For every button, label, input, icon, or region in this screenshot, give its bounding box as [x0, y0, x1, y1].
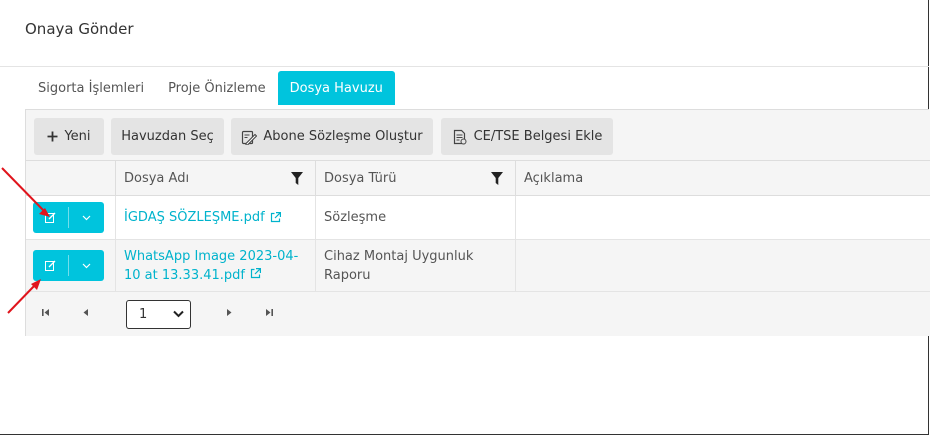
page-select[interactable]: 1: [126, 300, 191, 329]
create-subscription-contract-button[interactable]: Abone Sözleşme Oluştur: [231, 118, 433, 155]
file-name-link[interactable]: İGDAŞ SÖZLEŞME.pdf: [115, 196, 315, 239]
plus-icon: [47, 131, 58, 142]
file-type-line-2: Raporu: [324, 267, 371, 283]
file-type-cell: Sözleşme: [315, 196, 515, 239]
signature-icon: [242, 130, 258, 145]
external-link-icon: [270, 212, 281, 223]
chevron-down-icon: [173, 310, 184, 318]
annotation-arrows: [1, 167, 50, 314]
column-header-file-name-label: Dosya Adı: [124, 171, 190, 186]
external-link-icon: [250, 267, 261, 278]
chevron-down-icon: [82, 263, 91, 268]
description-cell: [515, 196, 930, 239]
file-name-text: İGDAŞ SÖZLEŞME.pdf: [124, 210, 265, 225]
tab-bar: Sigorta İşlemleri Proje Önizleme Dosya H…: [26, 71, 395, 105]
annotation-arrow: [1, 167, 50, 217]
tab-insurance[interactable]: Sigorta İşlemleri: [26, 71, 156, 105]
file-type-cell: Cihaz Montaj Uygunluk Raporu: [315, 240, 515, 291]
file-name-line-2-wrap: 10 at 13.33.41.pdf: [124, 266, 298, 285]
new-button-label: Yeni: [64, 129, 91, 144]
filter-icon[interactable]: [491, 172, 503, 185]
table-row: WhatsApp Image 2023-04- 10 at 13.33.41.p…: [26, 240, 930, 292]
previous-page-icon[interactable]: [82, 308, 90, 317]
last-page-icon[interactable]: [264, 308, 274, 317]
grid-header: Dosya Adı Dosya Türü Açıklama: [26, 161, 930, 196]
new-button[interactable]: Yeni: [34, 118, 104, 155]
file-type-line-1: Cihaz Montaj Uygunluk: [324, 248, 474, 264]
next-page-icon[interactable]: [225, 308, 233, 317]
description-cell: [515, 240, 930, 291]
create-subscription-contract-label: Abone Sözleşme Oluştur: [263, 129, 423, 144]
divider: [0, 66, 929, 67]
certificate-icon: [453, 129, 467, 144]
filter-icon[interactable]: [291, 172, 303, 185]
file-name-link[interactable]: WhatsApp Image 2023-04- 10 at 13.33.41.p…: [115, 240, 315, 291]
add-ce-tse-certificate-label: CE/TSE Belgesi Ekle: [473, 129, 603, 144]
tab-file-pool[interactable]: Dosya Havuzu: [277, 71, 395, 105]
column-header-file-name[interactable]: Dosya Adı: [115, 161, 315, 196]
select-from-pool-button[interactable]: Havuzdan Seç: [111, 118, 224, 155]
file-type-wrap: Cihaz Montaj Uygunluk Raporu: [324, 247, 473, 285]
row-menu-button[interactable]: [69, 250, 104, 281]
row-menu-button[interactable]: [69, 202, 104, 233]
grid-toolbar: Yeni Havuzdan Seç Abone Sözleşme Oluştur…: [26, 110, 930, 161]
file-grid: Yeni Havuzdan Seç Abone Sözleşme Oluştur…: [25, 109, 930, 336]
file-name-line-1: WhatsApp Image 2023-04-: [124, 248, 299, 264]
file-name-line-2: 10 at 13.33.41.pdf: [124, 267, 245, 283]
tab-project-preview[interactable]: Proje Önizleme: [156, 71, 278, 105]
column-header-file-type[interactable]: Dosya Türü: [315, 161, 515, 196]
file-name-wrap: WhatsApp Image 2023-04- 10 at 13.33.41.p…: [124, 247, 298, 285]
table-row: İGDAŞ SÖZLEŞME.pdf Sözleşme: [26, 196, 930, 240]
add-ce-tse-certificate-button[interactable]: CE/TSE Belgesi Ekle: [441, 118, 613, 155]
dialog-title: Onaya Gönder: [25, 20, 134, 38]
pager: 1: [26, 292, 930, 336]
column-header-description[interactable]: Açıklama: [515, 161, 930, 196]
page-select-value: 1: [139, 307, 148, 322]
annotation-arrow: [7, 279, 41, 314]
column-header-file-type-label: Dosya Türü: [324, 171, 397, 186]
chevron-down-icon: [82, 215, 91, 220]
